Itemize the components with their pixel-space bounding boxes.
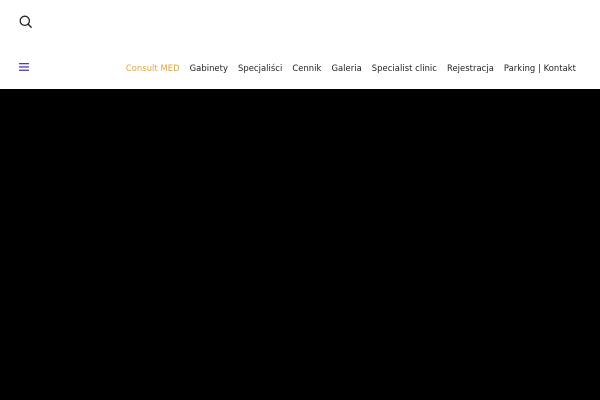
main-navigation: Consult MED Gabinety Specjaliści Cennik … [126, 62, 576, 74]
nav-item-consult-med[interactable]: Consult MED [126, 62, 180, 74]
nav-item-specjalisci[interactable]: Specjaliści [238, 62, 282, 74]
search-icon [19, 15, 32, 28]
nav-item-parking-kontakt[interactable]: Parking | Kontakt [504, 62, 576, 74]
nav-item-gabinety[interactable]: Gabinety [190, 62, 228, 74]
nav-item-specialist-clinic[interactable]: Specialist clinic [372, 62, 437, 74]
menu-button[interactable] [17, 58, 31, 71]
hero-banner [0, 89, 600, 400]
nav-item-galeria[interactable]: Galeria [331, 62, 361, 74]
search-button[interactable] [17, 13, 35, 31]
nav-item-rejestracja[interactable]: Rejestracja [447, 62, 494, 74]
hamburger-menu-icon [19, 63, 29, 71]
site-header: Consult MED Gabinety Specjaliści Cennik … [0, 0, 600, 89]
nav-item-cennik[interactable]: Cennik [292, 62, 321, 74]
